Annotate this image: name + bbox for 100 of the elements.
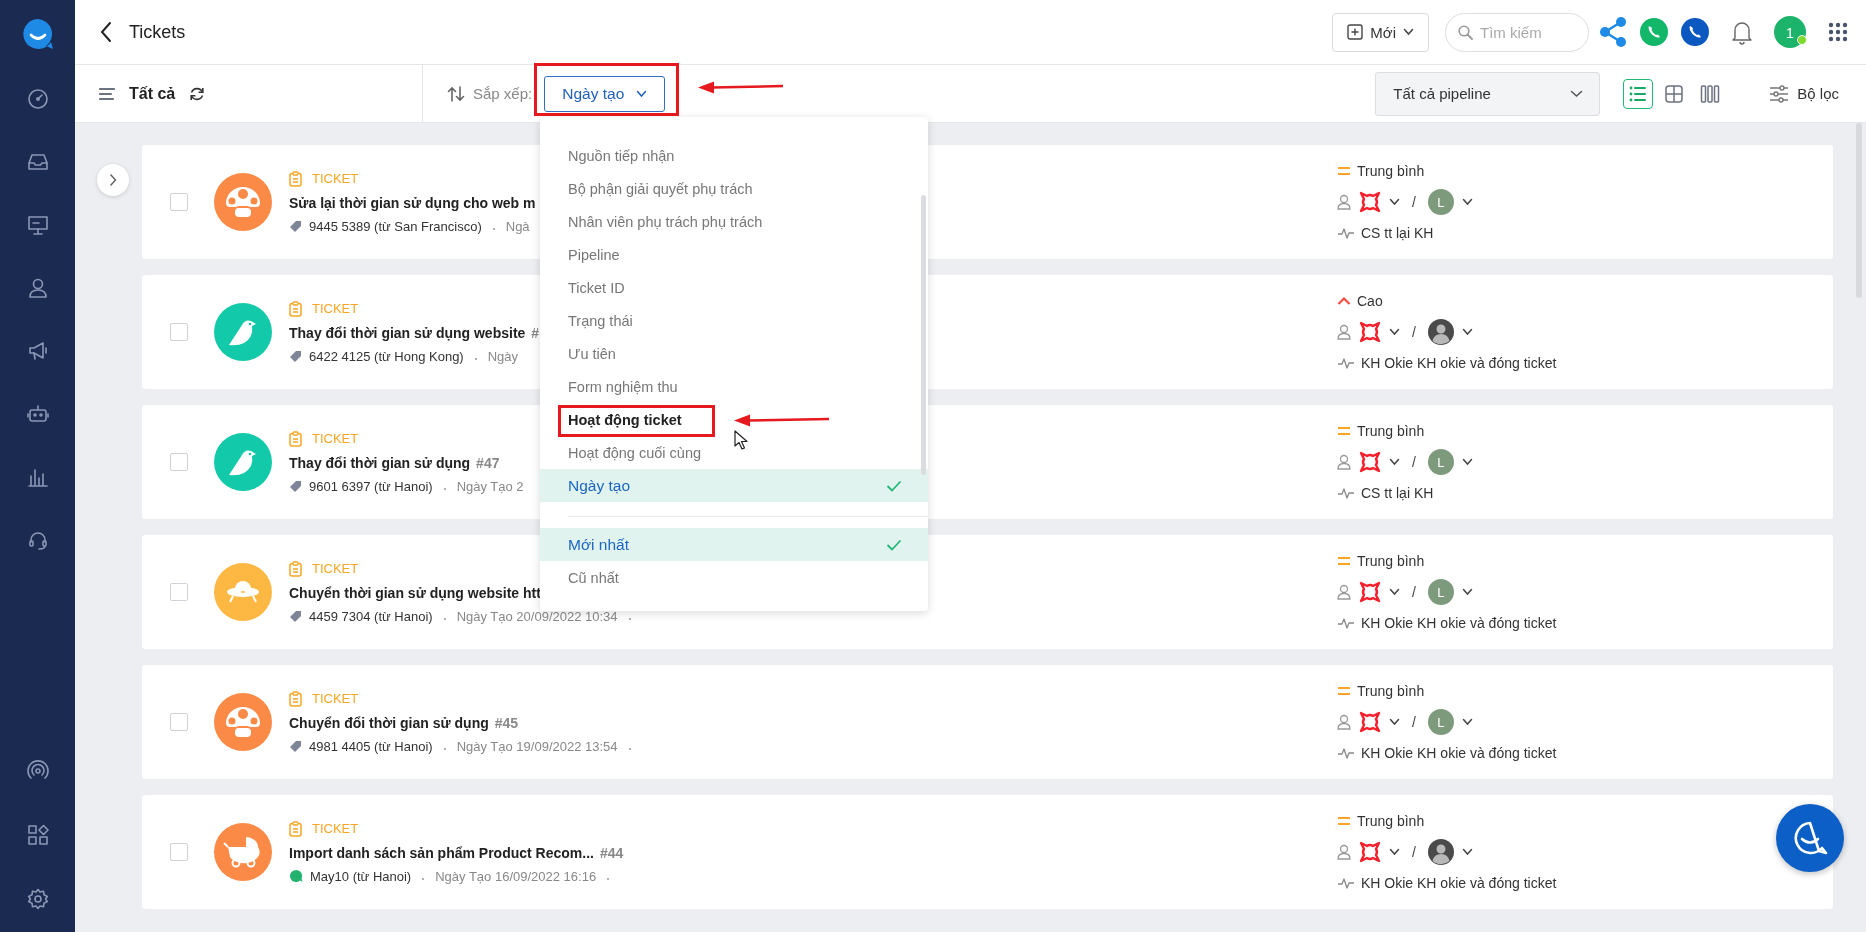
new-button[interactable]: Mới [1332, 12, 1429, 52]
assignee-avatar[interactable] [1427, 839, 1454, 865]
checkbox[interactable] [170, 193, 188, 211]
caret-icon [1570, 89, 1584, 98]
scrollbar[interactable] [1855, 123, 1862, 298]
ticket-number: # [531, 324, 540, 341]
ticket-source: 9601 6397 (từ Hanoi) [309, 478, 433, 494]
refresh-icon[interactable] [189, 85, 206, 102]
activity-icon [1337, 616, 1355, 630]
medium-priority-icon [1337, 686, 1351, 696]
burst-icon[interactable] [1359, 841, 1381, 863]
settings-icon[interactable] [26, 888, 49, 910]
cursor-icon [734, 430, 748, 450]
sort-dropdown[interactable]: Ngày tạo [544, 75, 666, 112]
menu-item[interactable]: Mới nhất [540, 528, 928, 561]
ticket-type: TICKET [312, 821, 359, 836]
checkbox[interactable] [170, 843, 188, 861]
headset-icon[interactable] [26, 529, 49, 551]
ticket-title[interactable]: Sửa lại thời gian sử dụng cho web m [289, 194, 536, 211]
burst-icon[interactable] [1359, 451, 1381, 473]
phone-icon[interactable] [1681, 18, 1709, 46]
board-icon[interactable] [26, 214, 49, 236]
burst-icon[interactable] [1359, 581, 1381, 603]
tag-icon [289, 739, 302, 753]
caret-icon [1461, 198, 1473, 206]
activity-icon [1337, 486, 1355, 500]
back-icon[interactable] [99, 21, 113, 43]
priority-label: Trung bình [1357, 683, 1425, 699]
menu-item[interactable]: Ưu tiên [540, 337, 928, 370]
high-priority-icon [1337, 296, 1351, 306]
dashboard-icon[interactable] [26, 88, 49, 110]
ticket-type: TICKET [312, 691, 359, 706]
activity-icon [1337, 356, 1355, 370]
menu-scrollbar[interactable] [921, 195, 926, 475]
ticket-number: #47 [476, 454, 500, 471]
ticket-title[interactable]: Chuyển thời gian sử dụng website htt [289, 584, 541, 601]
ticket-type: TICKET [312, 431, 359, 446]
logo-icon[interactable] [21, 18, 54, 50]
caret-icon [1389, 328, 1400, 336]
ticket-date: Ngày Tạo 20/09/2022 10:34 [456, 608, 618, 624]
search-field[interactable]: Tìm kiếm [1445, 12, 1589, 52]
tag-icon [289, 609, 302, 623]
ticket-date: Ngày [487, 348, 519, 364]
menu-item[interactable]: Bộ phận giải quyết phụ trách [540, 172, 928, 205]
caret-icon [1389, 848, 1400, 856]
pipeline-select[interactable]: Tất cả pipeline [1375, 71, 1601, 116]
menu-icon[interactable] [99, 86, 115, 101]
burst-icon[interactable] [1359, 321, 1381, 343]
ticket-title[interactable]: Chuyển đổi thời gian sử dụng [289, 714, 489, 731]
menu-item[interactable]: Cũ nhất [540, 561, 928, 594]
menu-item[interactable]: Ngày tạo [540, 469, 928, 502]
ticket-status: KH Okie KH okie và đóng ticket [1361, 875, 1557, 891]
priority-label: Cao [1357, 293, 1383, 309]
menu-item[interactable]: Hoạt động ticket [540, 403, 928, 436]
menu-item[interactable]: Hoạt động cuối cùng [540, 436, 928, 469]
ticket-title[interactable]: Thay đổi thời gian sử dụng [289, 454, 471, 471]
person-icon[interactable] [26, 277, 49, 299]
ticket-source: 9445 5389 (từ San Francisco) [309, 218, 482, 234]
priority-label: Trung bình [1357, 553, 1425, 569]
clipboard-icon [289, 430, 302, 447]
checkbox[interactable] [170, 583, 188, 601]
check-icon [886, 538, 902, 551]
ticket-title[interactable]: Import danh sách sản phẩm Product Recom... [289, 844, 594, 861]
burst-icon[interactable] [1359, 711, 1381, 733]
ticket-status: KH Okie KH okie và đóng ticket [1361, 355, 1557, 371]
menu-item[interactable]: Trạng thái [540, 304, 928, 337]
checkbox[interactable] [170, 713, 188, 731]
assignee-avatar[interactable] [1427, 319, 1454, 345]
medium-priority-icon [1337, 816, 1351, 826]
apps-icon[interactable] [26, 824, 49, 846]
checkbox[interactable] [170, 453, 188, 471]
inbox-icon[interactable] [26, 151, 49, 173]
ticket-status: CS tt lại KH [1361, 225, 1434, 241]
sliders-icon [1769, 84, 1790, 103]
filter-button[interactable]: Bộ lọc [1769, 84, 1839, 103]
ticket-date: Ngày Tạo 16/09/2022 16:16 [435, 868, 597, 884]
medium-priority-icon [1337, 166, 1351, 176]
menu-item[interactable]: Nhân viên phụ trách phụ trách [540, 205, 928, 238]
apps-grid-icon[interactable] [1828, 22, 1848, 42]
ticket-date: Ngày Tạo 2 [456, 478, 524, 494]
broadcast-icon[interactable] [26, 760, 49, 782]
columns-view-icon [1700, 83, 1721, 104]
ticket-number: #45 [494, 714, 519, 731]
ticket-date: Ngày Tạo 19/09/2022 13:54 [456, 738, 618, 754]
ticket-title[interactable]: Thay đổi thời gian sử dụng website [289, 324, 526, 341]
share-icon[interactable] [1599, 17, 1627, 47]
chart-icon[interactable] [26, 466, 49, 488]
chevron-right-icon [108, 173, 117, 187]
person-icon [1337, 454, 1351, 470]
ticket-card[interactable]: TICKET Chuyển đổi thời gian sử dụng #45 4981 4405 (từ Hanoi) Ngày Tạo 19/09/2022 13:54 Trung bình / L KH Okie KH okie và đóng ticket [142, 665, 1833, 779]
slash-separator: / [1412, 844, 1416, 860]
ticket-type: TICKET [312, 301, 359, 316]
bell-icon[interactable] [1730, 19, 1754, 45]
burst-icon[interactable] [1359, 191, 1381, 213]
view-toggle[interactable] [1623, 78, 1654, 109]
checkbox[interactable] [170, 323, 188, 341]
megaphone-icon[interactable] [26, 340, 49, 362]
robot-icon[interactable] [26, 403, 49, 425]
person-icon [1337, 324, 1351, 340]
ticket-card[interactable]: TICKET Import danh sách sản phẩm Product Recom... #44 May10 (từ Hanoi) Ngày Tạo 16/09/2022 16:16 Trung bình / KH Okie KH okie và đóng ticket [142, 795, 1833, 909]
